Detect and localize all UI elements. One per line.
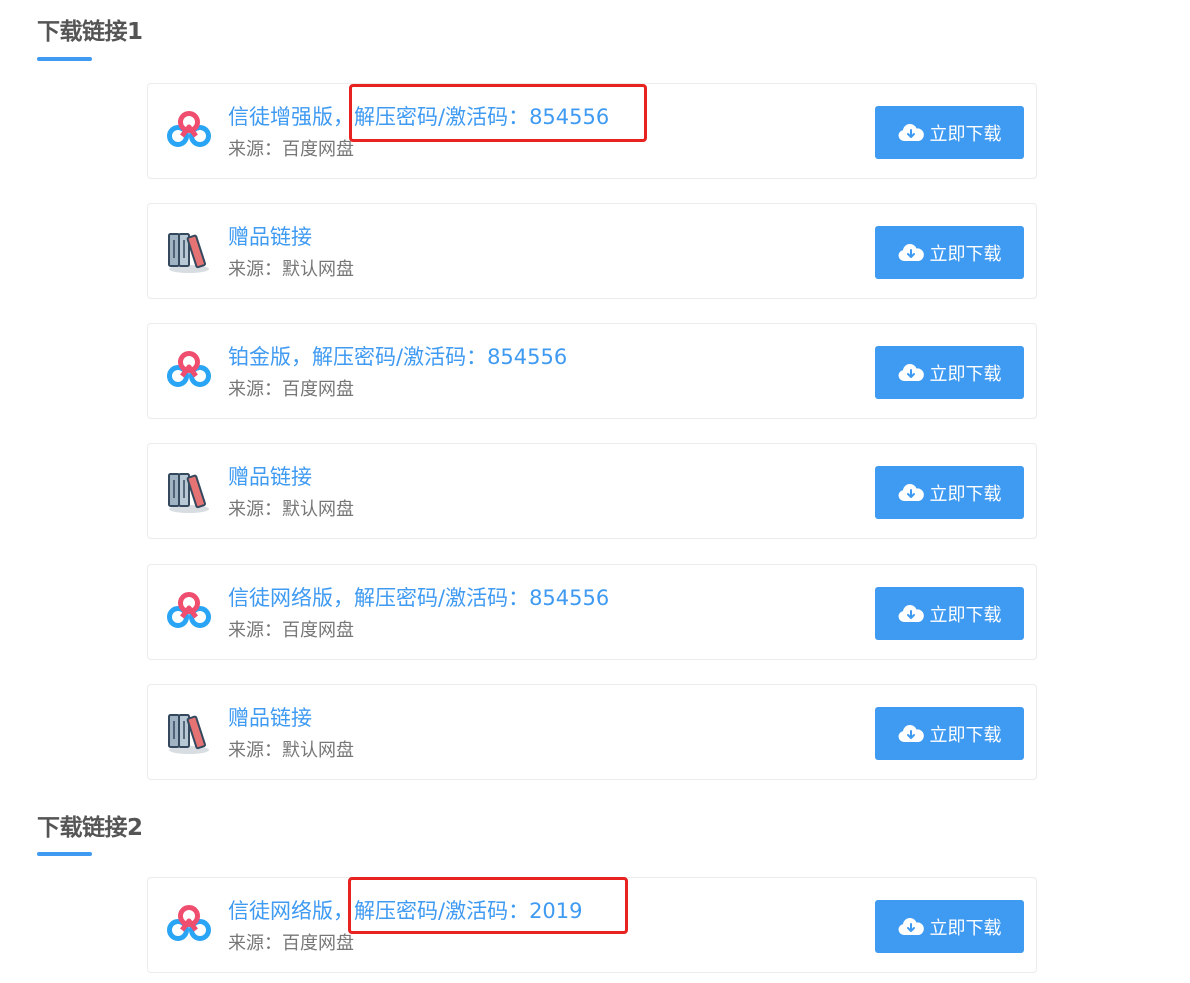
download-button-label: 立即下载: [929, 363, 1002, 385]
books-icon: [168, 473, 209, 513]
download-item-title[interactable]: 赠品链接: [228, 703, 312, 733]
download-now-button[interactable]: 立即下载: [875, 106, 1024, 159]
baidu-netdisk-icon: [167, 592, 211, 628]
download-now-button[interactable]: 立即下载: [875, 587, 1024, 640]
download-item-source: 来源：默认网盘: [228, 740, 354, 761]
download-button-label: 立即下载: [929, 917, 1002, 939]
cloud-download-icon: [898, 724, 924, 742]
baidu-netdisk-icon: [167, 905, 211, 941]
download-now-button[interactable]: 立即下载: [875, 226, 1024, 279]
download-item-source: 来源：默认网盘: [228, 259, 354, 280]
download-item-source: 来源：百度网盘: [228, 933, 354, 954]
download-now-button[interactable]: 立即下载: [875, 346, 1024, 399]
download-item-source: 来源：百度网盘: [228, 620, 354, 641]
download-item-title[interactable]: 赠品链接: [228, 462, 312, 492]
download-now-button[interactable]: 立即下载: [875, 900, 1024, 953]
cloud-download-icon: [898, 123, 924, 141]
download-button-label: 立即下载: [929, 483, 1002, 505]
download-button-label: 立即下载: [929, 604, 1002, 626]
cloud-download-icon: [898, 363, 924, 381]
download-card: 赠品链接 来源：默认网盘 立即下载: [147, 684, 1037, 780]
cloud-download-icon: [898, 604, 924, 622]
cloud-download-icon: [898, 243, 924, 261]
section-title: 下载链接1: [37, 19, 143, 45]
download-item-title[interactable]: 信徒增强版，解压密码/激活码：854556: [228, 102, 609, 132]
section-title-underline: [37, 57, 92, 61]
download-button-label: 立即下载: [929, 243, 1002, 265]
baidu-netdisk-icon: [167, 351, 211, 387]
download-card: 信徒网络版，解压密码/激活码：854556 来源：百度网盘 立即下载: [147, 564, 1037, 660]
download-card: 赠品链接 来源：默认网盘 立即下载: [147, 443, 1037, 539]
section-title-underline: [37, 852, 92, 856]
download-item-title[interactable]: 信徒网络版，解压密码/激活码：854556: [228, 583, 609, 613]
cloud-download-icon: [898, 483, 924, 501]
cloud-download-icon: [898, 917, 924, 935]
download-item-title[interactable]: 信徒网络版，解压密码/激活码：2019: [228, 896, 583, 926]
download-card: 赠品链接 来源：默认网盘 立即下载: [147, 203, 1037, 299]
download-now-button[interactable]: 立即下载: [875, 707, 1024, 760]
download-item-title[interactable]: 铂金版，解压密码/激活码：854556: [228, 342, 567, 372]
download-now-button[interactable]: 立即下载: [875, 466, 1024, 519]
download-item-source: 来源：百度网盘: [228, 379, 354, 400]
download-card: 信徒增强版，解压密码/激活码：854556 来源：百度网盘 立即下载: [147, 83, 1037, 179]
books-icon: [168, 233, 209, 273]
download-button-label: 立即下载: [929, 724, 1002, 746]
download-button-label: 立即下载: [929, 123, 1002, 145]
baidu-netdisk-icon: [167, 111, 211, 147]
download-card: 铂金版，解压密码/激活码：854556 来源：百度网盘 立即下载: [147, 323, 1037, 419]
download-card: 信徒网络版，解压密码/激活码：2019 来源：百度网盘 立即下载: [147, 877, 1037, 973]
download-item-title[interactable]: 赠品链接: [228, 222, 312, 252]
download-item-source: 来源：百度网盘: [228, 139, 354, 160]
books-icon: [168, 714, 209, 754]
section-title: 下载链接2: [37, 815, 143, 841]
download-item-source: 来源：默认网盘: [228, 499, 354, 520]
